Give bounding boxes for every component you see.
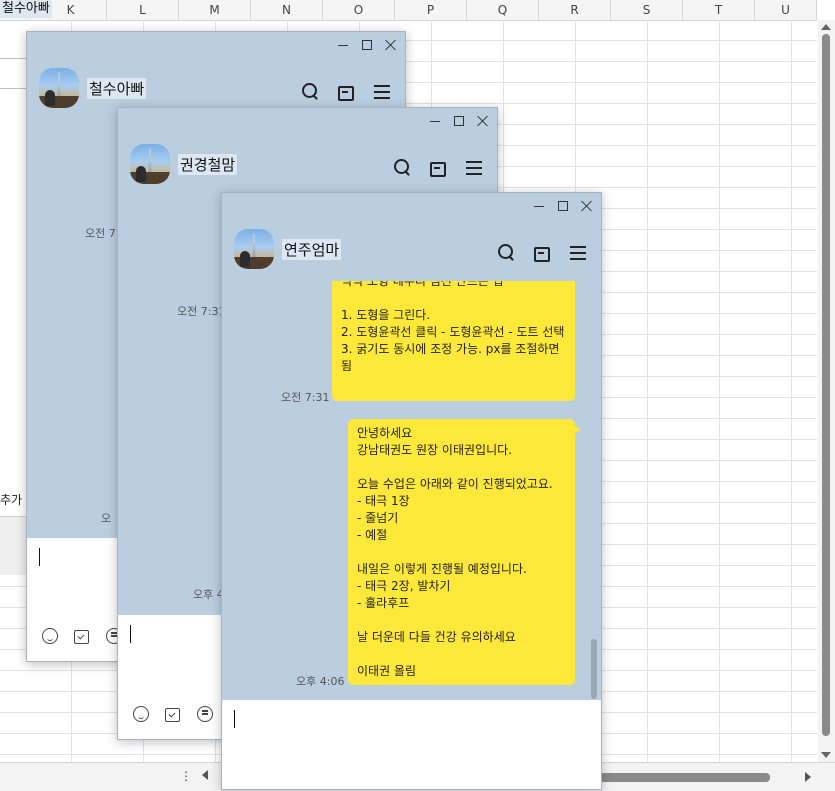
minimize-icon[interactable] <box>337 39 349 51</box>
column-header-n[interactable]: N <box>251 0 323 20</box>
column-header-bar: K L M N O P Q R S T U <box>0 0 817 21</box>
room-name: 연주엄마 <box>282 238 342 260</box>
more-icon[interactable]: ⋮ <box>180 769 192 783</box>
message-time: 오 <box>101 512 112 525</box>
room-name: 권경철맘 <box>178 153 238 175</box>
message-time: 오전 7:31 <box>281 391 330 404</box>
column-header-t[interactable]: T <box>683 0 755 20</box>
column-header-u[interactable]: U <box>755 0 817 20</box>
message-bubble[interactable]: 픽픽 도형 테두리 점선 만드는 법 1. 도형을 그린다. 2. 도형윤곽선 … <box>332 281 575 401</box>
chat-toolbar <box>497 243 587 262</box>
column-header-r[interactable]: R <box>539 0 611 20</box>
message-bubble[interactable]: 안녕하세요 강남태권도 원장 이태권입니다. 오늘 수업은 아래와 같이 진행되… <box>348 419 581 685</box>
vertical-scrollbar[interactable] <box>818 20 835 762</box>
menu-icon[interactable] <box>465 158 483 176</box>
column-header-p[interactable]: P <box>395 0 467 20</box>
composer-toolbar <box>132 705 214 723</box>
minimize-icon[interactable] <box>429 115 441 127</box>
search-icon[interactable] <box>393 158 411 176</box>
message-composer[interactable] <box>222 700 601 789</box>
window-controls <box>429 115 489 127</box>
chat-profile[interactable]: 권경철맘 <box>130 144 238 184</box>
maximize-icon[interactable] <box>361 39 373 51</box>
chat-scroll-thumb[interactable] <box>591 639 597 699</box>
chat-drawer-icon[interactable] <box>533 243 551 262</box>
message-time: 오전 7 <box>85 227 116 240</box>
chat-profile[interactable]: 연주엄마 <box>234 229 342 269</box>
minimize-icon[interactable] <box>533 200 545 212</box>
message-time: 오후 4 <box>193 588 224 601</box>
emoji-icon[interactable] <box>132 705 150 723</box>
column-header-q[interactable]: Q <box>467 0 539 20</box>
scroll-thumb[interactable] <box>822 34 830 736</box>
composer-toolbar <box>41 627 123 645</box>
avatar[interactable] <box>39 68 79 108</box>
close-icon[interactable] <box>385 39 397 51</box>
search-icon[interactable] <box>301 82 319 100</box>
name-box-tag: 철수아빠 <box>0 0 52 18</box>
schedule-icon[interactable] <box>164 705 182 723</box>
column-header-l[interactable]: L <box>107 0 179 20</box>
menu-icon[interactable] <box>569 243 587 261</box>
close-icon[interactable] <box>581 200 593 212</box>
schedule-icon[interactable] <box>73 627 91 645</box>
scroll-left-icon[interactable] <box>202 770 208 780</box>
scroll-thumb[interactable] <box>600 773 770 782</box>
column-header-m[interactable]: M <box>179 0 251 20</box>
maximize-icon[interactable] <box>557 200 569 212</box>
avatar[interactable] <box>130 144 170 184</box>
chat-drawer-icon[interactable] <box>429 158 447 177</box>
message-list[interactable]: 픽픽 도형 테두리 점선 만드는 법 1. 도형을 그린다. 2. 도형윤곽선 … <box>222 281 601 701</box>
message-time: 오전 7:31 <box>177 305 226 318</box>
room-name: 철수아빠 <box>87 77 147 99</box>
chat-drawer-icon[interactable] <box>337 82 355 101</box>
avatar[interactable] <box>234 229 274 269</box>
maximize-icon[interactable] <box>453 115 465 127</box>
side-label: 추가 <box>0 493 23 507</box>
chat-window-front[interactable]: 연주엄마 픽픽 도형 테두리 점선 만드는 법 1. 도형을 그린다. 2. 도… <box>221 192 602 790</box>
message-time: 오후 4:06 <box>296 675 345 688</box>
text-caret <box>39 548 40 566</box>
window-controls <box>337 39 397 51</box>
chat-profile[interactable]: 철수아빠 <box>39 68 147 108</box>
scroll-down-icon[interactable] <box>821 752 831 758</box>
scroll-right-icon[interactable] <box>805 772 811 782</box>
menu-icon[interactable] <box>373 82 391 100</box>
emoji-icon[interactable] <box>41 627 59 645</box>
close-icon[interactable] <box>477 115 489 127</box>
search-icon[interactable] <box>497 243 515 261</box>
scroll-up-icon[interactable] <box>821 24 831 30</box>
text-caret <box>130 625 131 643</box>
chat-toolbar <box>301 82 391 101</box>
chat-toolbar <box>393 158 483 177</box>
column-header-s[interactable]: S <box>611 0 683 20</box>
talk-icon[interactable] <box>196 705 214 723</box>
text-caret <box>234 710 235 728</box>
window-controls <box>533 200 593 212</box>
column-header-o[interactable]: O <box>323 0 395 20</box>
